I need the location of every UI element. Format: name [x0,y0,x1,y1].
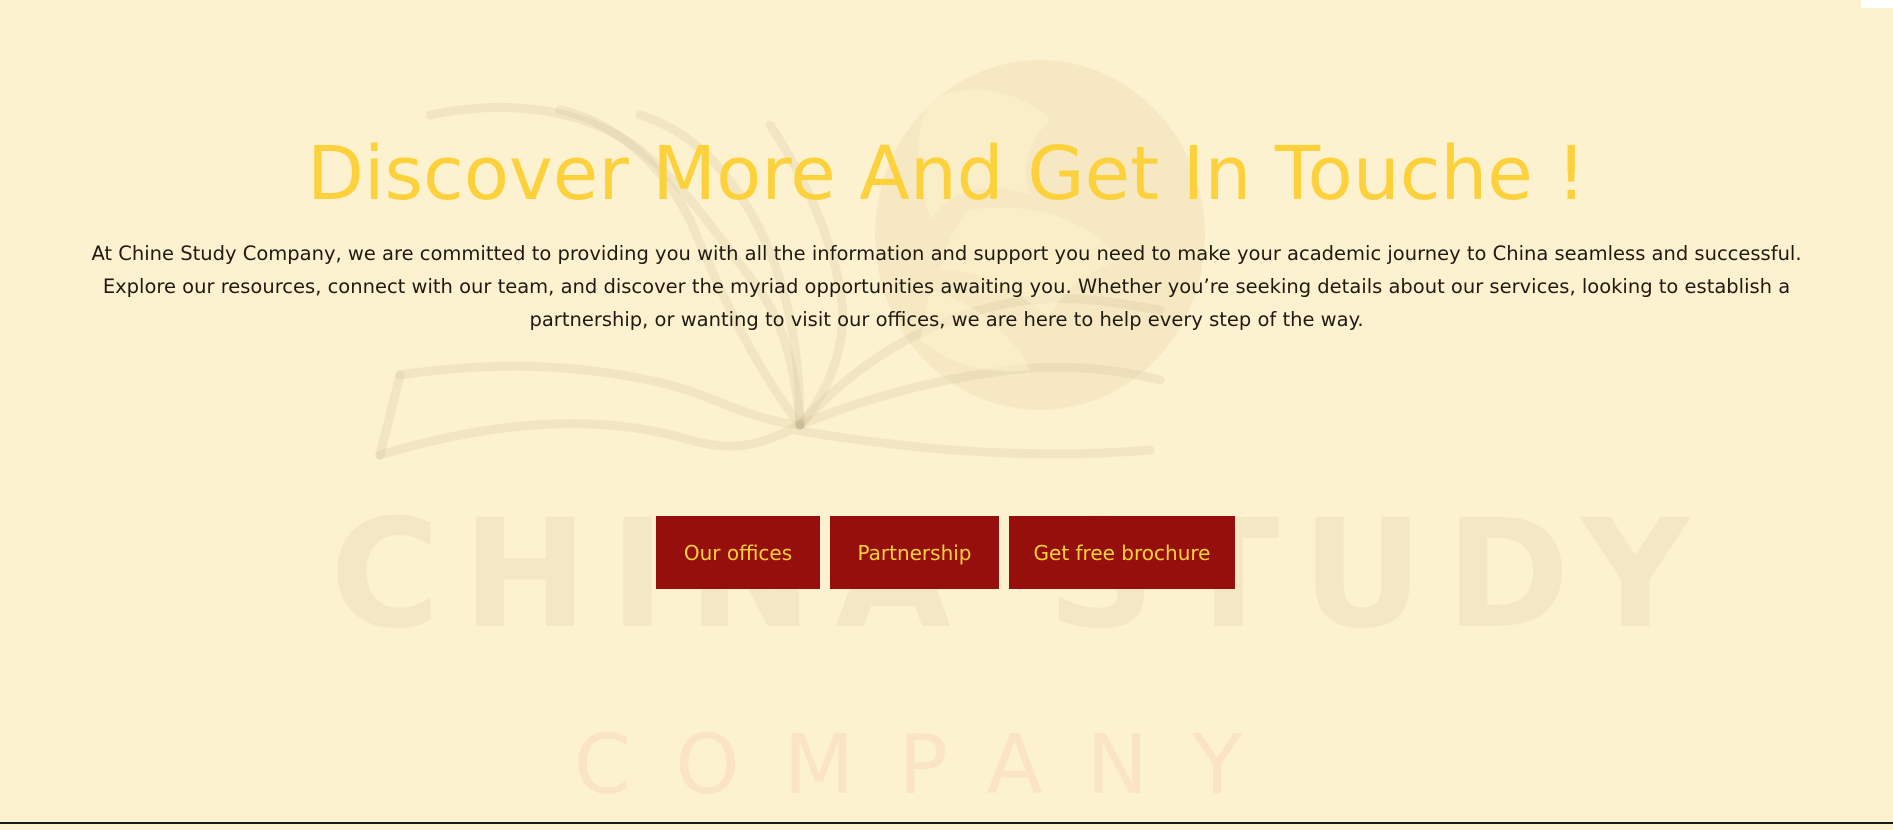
page-title: Discover More And Get In Touche ! [306,131,1587,217]
hero-description: At Chine Study Company, we are committed… [91,241,1802,331]
page: CHINA STUDY COMPANY Discover More And Ge… [0,0,1893,830]
hero-section: Discover More And Get In Touche ! At Chi… [0,130,1893,336]
corner-mark [1861,0,1893,8]
get-free-brochure-button[interactable]: Get free brochure [1009,516,1235,589]
watermark-company-text: COMPANY [573,718,1287,813]
partnership-button[interactable]: Partnership [830,516,999,589]
section-divider [0,822,1893,824]
our-offices-button[interactable]: Our offices [656,516,820,589]
action-buttons: Our offices Partnership Get free brochur… [656,516,1235,589]
